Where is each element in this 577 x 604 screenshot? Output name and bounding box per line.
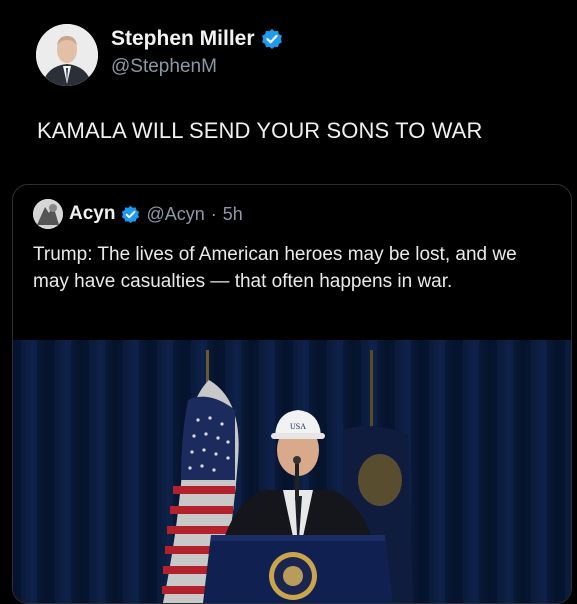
cap-text: USA: [290, 422, 306, 431]
quoted-timestamp[interactable]: 5h: [223, 204, 243, 225]
quoted-author-avatar[interactable]: [33, 199, 63, 229]
avatar-photo: [36, 24, 98, 86]
author-handle[interactable]: @StephenM: [111, 56, 217, 78]
quoted-avatar-image: [33, 199, 63, 229]
quoted-tweet-header: Acyn @Acyn · 5h: [33, 199, 243, 229]
video-still-image: USA: [13, 340, 571, 603]
author-name[interactable]: Stephen Miller: [111, 27, 255, 51]
quoted-tweet-text: Trump: The lives of American heroes may …: [33, 244, 517, 292]
author-avatar[interactable]: [36, 24, 98, 86]
quoted-author-handle[interactable]: @Acyn: [146, 204, 204, 225]
quoted-separator: ·: [210, 203, 217, 224]
quoted-tweet[interactable]: Acyn @Acyn · 5h Trump: The lives of Amer…: [12, 184, 572, 604]
quoted-media-video[interactable]: USA: [13, 340, 571, 603]
quoted-author-name[interactable]: Acyn: [69, 203, 115, 225]
verified-badge-icon: [261, 29, 282, 49]
author-name-row: Stephen Miller: [111, 27, 283, 51]
tweet-card: Stephen Miller @StephenM KAMALA WILL SEN…: [0, 0, 577, 604]
quoted-verified-badge-icon: [122, 205, 140, 223]
tweet-text: KAMALA WILL SEND YOUR SONS TO WAR: [37, 118, 483, 143]
